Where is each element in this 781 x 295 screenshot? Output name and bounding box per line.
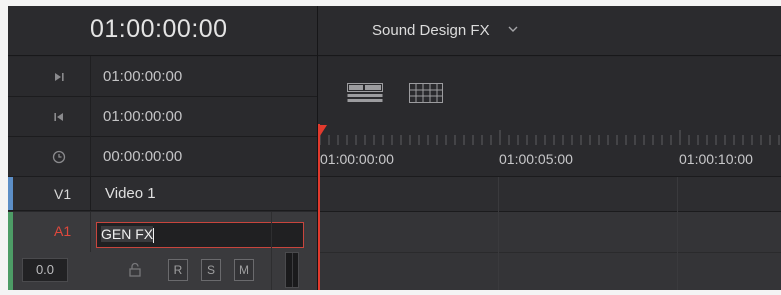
mark-in-timecode: 01:00:00:00 — [103, 68, 183, 85]
track-code-v1: V1 — [54, 186, 72, 202]
text-caret — [153, 227, 155, 243]
time-ruler[interactable]: 01:00:00:00 01:00:05:00 01:00:10:00 — [318, 125, 781, 177]
grid-line — [677, 177, 678, 290]
track-name-v1[interactable]: Video 1 — [105, 185, 156, 202]
track-name-field-a1[interactable]: GEN FX — [96, 222, 304, 248]
playhead-handle[interactable] — [318, 125, 327, 139]
ruler-label: 01:00:00:00 — [320, 151, 394, 167]
solo-button[interactable]: S — [201, 259, 221, 281]
grid-view-icon[interactable] — [409, 83, 443, 108]
timeline-view-options — [318, 57, 781, 125]
mark-out-timecode: 01:00:00:00 — [103, 108, 183, 125]
mark-out-row[interactable]: 01:00:00:00 — [8, 97, 318, 137]
duration-timecode: 00:00:00:00 — [103, 148, 183, 165]
timeline-window: 01:00:00:00 01:00:00:00 01:00:00:00 00:0… — [8, 6, 781, 290]
track-color-bar-v1 — [8, 177, 13, 210]
track-lane-v1[interactable] — [318, 177, 781, 212]
mark-in-row[interactable]: 01:00:00:00 — [8, 57, 318, 97]
lane-divider — [318, 252, 781, 253]
main-timecode: 01:00:00:00 — [90, 15, 228, 43]
mark-out-icon — [52, 110, 66, 124]
mute-button[interactable]: M — [234, 259, 254, 281]
track-lane-a1[interactable] — [318, 212, 781, 290]
audio-level-meter — [285, 252, 299, 288]
mark-in-icon — [52, 70, 66, 84]
track-height-view-icon[interactable] — [347, 83, 383, 108]
track-name-text-a1: GEN FX — [101, 226, 154, 242]
track-divider — [90, 177, 91, 210]
track-volume-field[interactable]: 0.0 — [22, 258, 68, 282]
duration-row[interactable]: 00:00:00:00 — [8, 137, 318, 177]
timeline-name-dropdown[interactable]: Sound Design FX — [372, 22, 490, 39]
track-header-v1[interactable]: V1 Video 1 — [8, 177, 318, 211]
column-divider — [90, 56, 91, 176]
track-divider — [90, 212, 91, 252]
track-color-bar-a1 — [8, 212, 13, 290]
track-header-panel: 01:00:00:00 01:00:00:00 01:00:00:00 00:0… — [8, 6, 318, 290]
track-code-a1: A1 — [54, 223, 72, 239]
record-arm-button[interactable]: R — [168, 259, 188, 281]
chevron-down-icon[interactable] — [507, 23, 519, 37]
track-header-a1[interactable]: A1 GEN FX 0.0 R S M — [8, 212, 318, 290]
track-divider — [271, 212, 272, 290]
timeline-panel: Sound Design FX 01:00:00:00 01:00:05:00 … — [318, 6, 781, 290]
lock-icon[interactable] — [128, 262, 142, 278]
grid-line — [498, 177, 499, 290]
main-timecode-display[interactable]: 01:00:00:00 — [8, 6, 318, 56]
playhead-line[interactable] — [318, 124, 320, 290]
timeline-title-bar: Sound Design FX — [318, 6, 781, 56]
clock-icon — [52, 150, 66, 164]
ruler-label: 01:00:10:00 — [679, 151, 753, 167]
ruler-label: 01:00:05:00 — [499, 151, 573, 167]
